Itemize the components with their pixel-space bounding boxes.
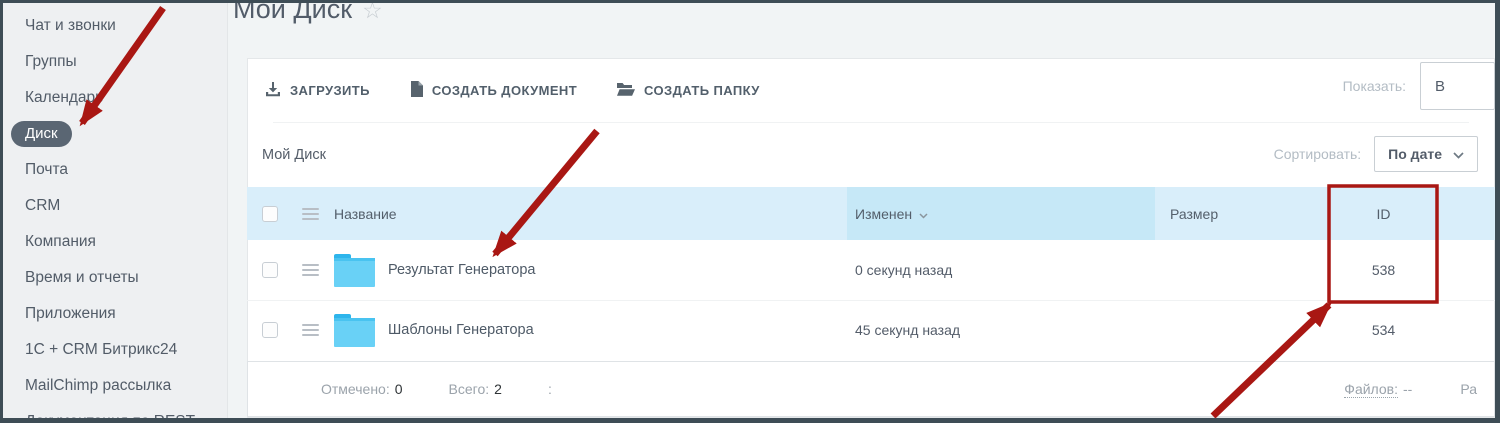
breadcrumb-row: Мой Диск Сортировать: По дате <box>247 123 1495 187</box>
folder-icon[interactable] <box>334 313 375 347</box>
create-folder-button[interactable]: СОЗДАТЬ ПАПКУ <box>617 82 760 99</box>
favorite-star-icon[interactable]: ☆ <box>362 0 383 22</box>
sidebar-item-label: Чат и звонки <box>25 17 116 34</box>
size-summary-truncated: Ра <box>1460 381 1477 397</box>
sidebar-item-label: Документация по REST <box>25 413 195 418</box>
sidebar-item-time-reports[interactable]: Время и отчеты <box>3 260 227 296</box>
sidebar-item-1c-crm[interactable]: 1С + CRM Битрикс24 <box>3 332 227 368</box>
open-folder-icon <box>617 82 636 99</box>
select-all-checkbox[interactable] <box>262 205 278 222</box>
sidebar-item-label: Приложения <box>25 305 116 322</box>
row-menu-handle-icon[interactable] <box>302 321 319 339</box>
id-cell: 538 <box>1371 262 1396 278</box>
column-header-modified[interactable]: Изменен <box>847 187 1155 240</box>
sidebar-item-mailchimp[interactable]: MailChimp рассылка <box>3 368 227 404</box>
folder-name-link[interactable]: Шаблоны Генератора <box>388 322 534 338</box>
row-menu-handle-icon[interactable] <box>302 261 319 279</box>
column-header-modified-label: Изменен <box>855 205 913 222</box>
create-folder-button-label: СОЗДАТЬ ПАПКУ <box>644 82 760 98</box>
files-count-toggle[interactable]: Файлов: <box>1344 381 1398 398</box>
sidebar-item-calendar[interactable]: Календарь <box>3 80 227 116</box>
sidebar-item-rest-docs[interactable]: Документация по REST <box>3 404 227 418</box>
drive-panel: ЗАГРУЗИТЬ СОЗДАТЬ ДОКУМЕНТ СОЗДАТЬ ПАПКУ… <box>247 58 1495 418</box>
download-icon <box>265 81 281 100</box>
column-header-id[interactable]: ID <box>1330 206 1437 222</box>
sidebar-item-crm[interactable]: CRM <box>3 188 227 224</box>
show-filter-value: В <box>1435 77 1446 95</box>
sidebar-item-label: Почта <box>25 161 69 178</box>
show-filter-button[interactable]: В <box>1420 62 1495 110</box>
column-header-name[interactable]: Название <box>334 206 847 222</box>
upload-button[interactable]: ЗАГРУЗИТЬ <box>265 81 370 100</box>
id-cell: 534 <box>1371 322 1396 338</box>
table-row: Результат Генератора 0 секунд назад 538 <box>247 240 1495 301</box>
document-icon <box>410 80 423 100</box>
table-footer: Отмечено: 0 Всего: 2 : Файлов: -- Ра <box>247 361 1495 417</box>
sort-label: Сортировать: <box>1273 146 1362 162</box>
menu-handle-icon[interactable] <box>302 205 319 223</box>
sort-direction-chevron-icon <box>919 206 928 222</box>
sidebar-item-apps[interactable]: Приложения <box>3 296 227 332</box>
row-checkbox[interactable] <box>262 322 278 338</box>
modified-cell: 45 секунд назад <box>855 322 961 338</box>
stray-colon: : <box>547 381 552 397</box>
show-label: Показать: <box>1342 78 1406 94</box>
checked-value: 0 <box>394 381 403 397</box>
total-label: Всего: <box>448 381 490 397</box>
sidebar-item-disk[interactable]: Диск <box>3 116 227 152</box>
sidebar-item-groups[interactable]: Группы <box>3 44 227 80</box>
row-checkbox[interactable] <box>262 262 278 278</box>
page-title-text: Мой Диск <box>233 0 353 24</box>
files-count-value: -- <box>1403 381 1413 397</box>
sidebar-item-label: Календарь <box>25 89 104 106</box>
total-value: 2 <box>494 381 502 397</box>
sidebar-item-label: Диск <box>11 121 72 147</box>
toolbar: ЗАГРУЗИТЬ СОЗДАТЬ ДОКУМЕНТ СОЗДАТЬ ПАПКУ… <box>247 58 1495 122</box>
sort-dropdown-value: По дате <box>1388 146 1442 162</box>
table-row: Шаблоны Генератора 45 секунд назад 534 <box>247 300 1495 360</box>
sort-dropdown[interactable]: По дате <box>1374 136 1478 172</box>
modified-cell: 0 секунд назад <box>855 262 953 278</box>
create-document-button[interactable]: СОЗДАТЬ ДОКУМЕНТ <box>410 80 578 100</box>
folder-name-link[interactable]: Результат Генератора <box>388 262 535 278</box>
column-header-size[interactable]: Размер <box>1155 206 1330 222</box>
sidebar-item-mail[interactable]: Почта <box>3 152 227 188</box>
show-filter-group: Показать: В <box>1343 62 1495 110</box>
table-header-row: Название Изменен Размер ID <box>247 187 1495 240</box>
chevron-down-icon <box>1453 146 1464 162</box>
sidebar-item-label: Компания <box>25 233 96 250</box>
sidebar-item-label: Время и отчеты <box>25 269 139 286</box>
sidebar-item-label: Группы <box>25 53 77 70</box>
sidebar-item-company[interactable]: Компания <box>3 224 227 260</box>
page-title: Мой Диск ☆ <box>233 0 383 25</box>
upload-button-label: ЗАГРУЗИТЬ <box>290 82 370 98</box>
folder-icon[interactable] <box>334 253 375 287</box>
breadcrumb[interactable]: Мой Диск <box>262 147 326 163</box>
sort-group: Сортировать: По дате <box>1274 136 1478 172</box>
sidebar: Чат и звонки Группы Календарь Диск Почта… <box>3 3 228 418</box>
checked-label: Отмечено: <box>321 381 390 397</box>
sidebar-item-chat[interactable]: Чат и звонки <box>3 8 227 44</box>
sidebar-item-label: MailChimp рассылка <box>25 377 172 394</box>
sidebar-item-label: CRM <box>25 197 61 214</box>
sidebar-item-label: 1С + CRM Битрикс24 <box>25 341 178 358</box>
create-document-button-label: СОЗДАТЬ ДОКУМЕНТ <box>431 82 578 98</box>
